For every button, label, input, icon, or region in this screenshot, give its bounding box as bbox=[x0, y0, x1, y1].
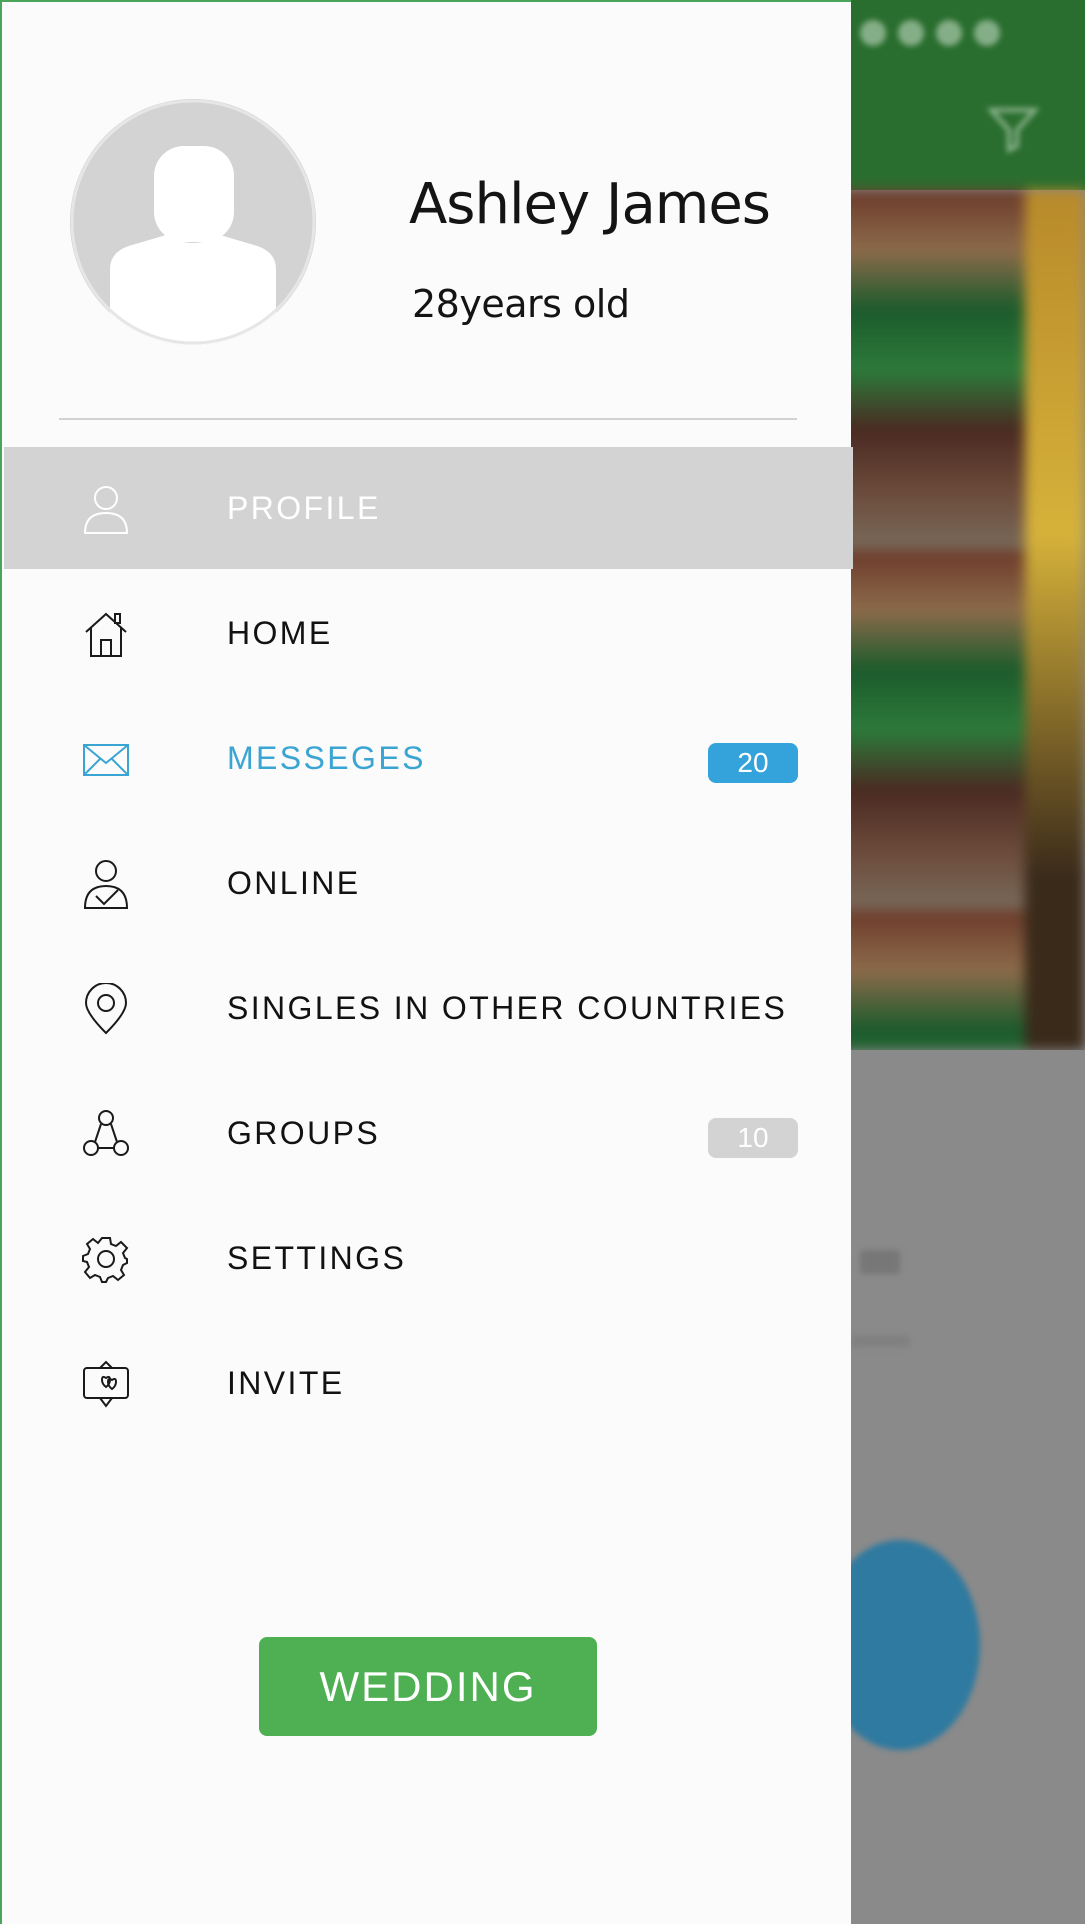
gear-icon bbox=[82, 1233, 130, 1285]
menu-item-online[interactable]: ONLINE bbox=[4, 822, 853, 944]
menu-item-singles-in-other-countries[interactable]: SINGLES IN OTHER COUNTRIES bbox=[4, 947, 853, 1069]
menu-item-profile[interactable]: PROFILE bbox=[4, 447, 853, 569]
background-text bbox=[860, 1250, 900, 1274]
filter-icon bbox=[986, 108, 1040, 154]
groups-icon bbox=[82, 1108, 130, 1160]
user-icon bbox=[82, 483, 130, 535]
user-check-icon bbox=[82, 858, 130, 910]
menu-item-home[interactable]: HOME bbox=[4, 572, 853, 694]
home-icon bbox=[82, 608, 130, 660]
menu-item-label: SINGLES IN OTHER COUNTRIES bbox=[227, 990, 788, 1026]
menu-item-groups[interactable]: GROUPS 10 bbox=[4, 1072, 853, 1194]
menu-item-settings[interactable]: SETTINGS bbox=[4, 1197, 853, 1319]
divider bbox=[59, 418, 797, 420]
invite-card-icon bbox=[82, 1358, 130, 1410]
navigation-drawer: Ashley James 28years old PROFILE HOME ME… bbox=[0, 0, 853, 1924]
user-name: Ashley James bbox=[409, 172, 771, 237]
menu-item-label: SETTINGS bbox=[227, 1240, 407, 1276]
location-pin-icon bbox=[82, 983, 130, 1035]
avatar[interactable] bbox=[70, 99, 316, 345]
group-count-badge: 10 bbox=[708, 1118, 798, 1158]
menu-item-label: INVITE bbox=[227, 1365, 345, 1401]
user-age: 28years old bbox=[412, 282, 630, 326]
avatar-placeholder-icon bbox=[70, 99, 316, 345]
background-text bbox=[850, 1335, 910, 1347]
menu-item-label: ONLINE bbox=[227, 865, 361, 901]
menu-item-label: MESSEGES bbox=[227, 740, 426, 776]
wedding-button[interactable]: WEDDING bbox=[259, 1637, 597, 1736]
menu-item-messeges[interactable]: MESSEGES 20 bbox=[4, 697, 853, 819]
menu-item-invite[interactable]: INVITE bbox=[4, 1322, 853, 1444]
menu-item-label: HOME bbox=[227, 615, 333, 651]
message-count-badge: 20 bbox=[708, 743, 798, 783]
envelope-icon bbox=[82, 733, 130, 785]
menu-item-label: GROUPS bbox=[227, 1115, 381, 1151]
menu-item-label: PROFILE bbox=[227, 490, 381, 526]
status-bar-icons bbox=[860, 20, 1060, 54]
